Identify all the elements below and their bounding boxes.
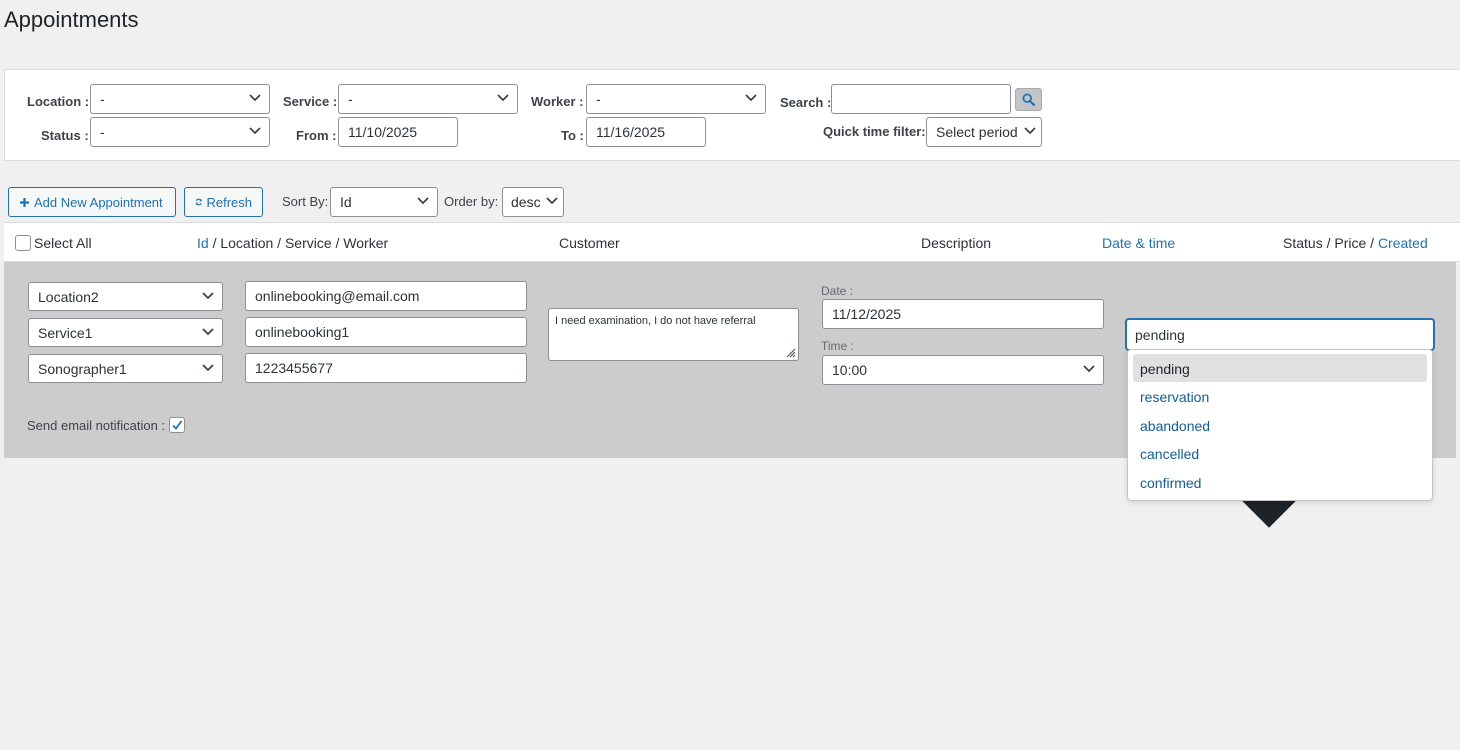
sort-by-value: Id [340, 194, 352, 210]
refresh-label: Refresh [206, 194, 252, 210]
chevron-down-icon [1024, 127, 1036, 135]
chevron-down-icon [745, 94, 757, 102]
column-customer: Customer [559, 235, 620, 251]
customer-name-input[interactable]: onlinebooking1 [245, 317, 527, 347]
chevron-down-icon [497, 94, 509, 102]
edit-worker-value: Sonographer1 [38, 361, 127, 377]
worker-filter-label: Worker : [531, 94, 584, 109]
status-option-abandoned[interactable]: abandoned [1133, 411, 1427, 439]
status-filter-label: Status : [41, 128, 89, 143]
service-filter-select[interactable]: - [338, 84, 518, 114]
date-label: Date : [821, 284, 854, 298]
column-status-price-created: Status / Price / Created [1283, 235, 1428, 251]
page-title: Appointments [4, 7, 139, 32]
worker-filter-select[interactable]: - [586, 84, 766, 114]
sort-by-label: Sort By: [282, 194, 329, 209]
sort-date-time-link[interactable]: Date & time [1102, 235, 1175, 251]
order-by-label: Order by: [444, 194, 499, 209]
send-email-notification-checkbox[interactable] [169, 417, 185, 433]
service-filter-label: Service : [283, 94, 338, 109]
location-filter-label: Location : [27, 94, 90, 109]
status-filter-select[interactable]: - [90, 117, 270, 147]
quick-time-filter-select[interactable]: Select period [926, 117, 1042, 147]
filter-panel: Location : - Service : - Worker : - Sear… [4, 69, 1460, 161]
customer-email-input[interactable]: onlinebooking@email.com [245, 281, 527, 311]
refresh-icon [195, 198, 202, 206]
status-filter-value: - [100, 124, 105, 140]
chevron-down-icon [202, 364, 214, 372]
description-textarea[interactable]: I need examination, I do not have referr… [548, 308, 799, 361]
edit-location-select[interactable]: Location2 [28, 282, 223, 311]
edit-service-select[interactable]: Service1 [28, 318, 223, 347]
location-filter-value: - [100, 91, 105, 107]
time-label: Time : [821, 339, 854, 353]
edit-location-value: Location2 [38, 289, 99, 305]
time-select[interactable]: 10:00 [822, 355, 1104, 385]
order-by-value: desc [511, 194, 541, 210]
quick-time-filter-value: Select period [936, 124, 1018, 140]
chevron-down-icon [1083, 365, 1095, 373]
to-date-label: To : [561, 128, 584, 143]
chevron-down-icon [249, 94, 261, 102]
status-option-pending[interactable]: pending [1133, 354, 1427, 383]
status-select[interactable]: pending [1126, 319, 1434, 528]
to-date-input[interactable]: 11/16/2025 [586, 117, 706, 147]
location-filter-select[interactable]: - [90, 84, 270, 114]
status-option-confirmed[interactable]: confirmed [1133, 468, 1427, 496]
chevron-down-icon [417, 197, 429, 205]
chevron-down-icon [249, 127, 261, 135]
status-option-reservation[interactable]: reservation [1133, 382, 1427, 410]
chevron-down-icon [546, 197, 558, 205]
resize-grip-icon[interactable] [784, 346, 796, 358]
quick-time-filter-label: Quick time filter: [823, 124, 926, 139]
time-value: 10:00 [832, 362, 868, 378]
add-new-appointment-button[interactable]: Add New Appointment [8, 187, 176, 217]
status-select-value: pending [1135, 327, 1185, 343]
description-text: I need examination, I do not have referr… [555, 315, 756, 327]
service-filter-value: - [348, 91, 353, 107]
from-date-label: From : [296, 128, 337, 143]
order-by-select[interactable]: desc [502, 187, 564, 217]
status-option-cancelled[interactable]: cancelled [1133, 439, 1427, 467]
select-all-label: Select All [34, 235, 92, 251]
chevron-down-icon [202, 292, 214, 300]
from-date-input[interactable]: 11/10/2025 [338, 117, 458, 147]
add-new-appointment-label: Add New Appointment [34, 194, 163, 210]
search-input[interactable] [831, 84, 1011, 114]
column-description: Description [921, 235, 992, 251]
select-all-checkbox[interactable] [15, 235, 31, 251]
column-status-price-label: Status / Price / [1283, 235, 1378, 251]
column-id-rest-label: / Location / Service / Worker [208, 235, 389, 251]
edit-service-value: Service1 [38, 325, 93, 341]
refresh-button[interactable]: Refresh [184, 187, 263, 217]
sort-created-link[interactable]: Created [1378, 235, 1428, 251]
sort-id-link[interactable]: Id [197, 235, 209, 251]
sort-by-select[interactable]: Id [330, 187, 438, 217]
status-dropdown: pending reservation abandoned cancelled … [1127, 349, 1433, 501]
date-input[interactable]: 11/12/2025 [822, 299, 1104, 329]
table-header: Select All Id / Location / Service / Wor… [4, 222, 1460, 262]
edit-worker-select[interactable]: Sonographer1 [28, 354, 223, 383]
search-button[interactable] [1015, 88, 1042, 111]
column-id-location-service-worker: Id / Location / Service / Worker [197, 235, 388, 251]
customer-phone-input[interactable]: 1223455677 [245, 353, 527, 383]
search-label: Search : [780, 95, 832, 110]
send-email-notification-label: Send email notification : [27, 418, 166, 433]
chevron-down-icon [202, 328, 214, 336]
search-icon [1022, 93, 1035, 106]
worker-filter-value: - [596, 91, 601, 107]
plus-icon [20, 197, 29, 207]
checkmark-icon [172, 420, 183, 430]
